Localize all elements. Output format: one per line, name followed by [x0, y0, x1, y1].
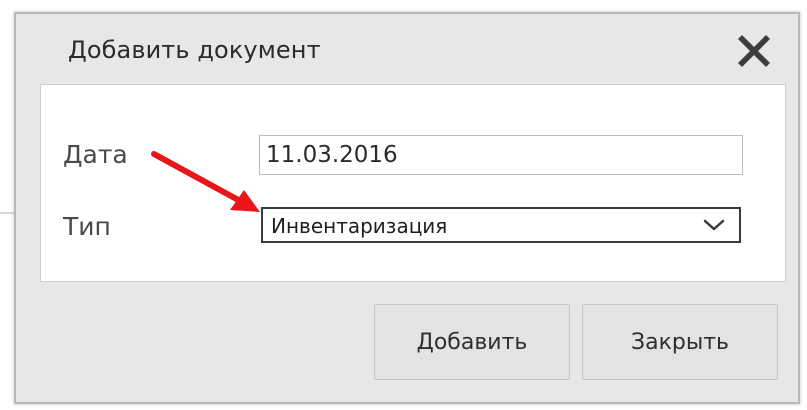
close-x-icon-glyph [738, 35, 770, 67]
add-document-dialog: Добавить документ Дата Тип Инвентаризаци… [14, 12, 800, 404]
type-label: Тип [63, 212, 111, 241]
date-input[interactable] [259, 135, 743, 175]
chevron-down-icon [703, 219, 725, 231]
type-select[interactable]: Инвентаризация [261, 207, 741, 243]
background-page [0, 0, 14, 410]
form-panel: Дата Тип Инвентаризация [40, 84, 786, 282]
type-select-value: Инвентаризация [271, 214, 448, 238]
dialog-title: Добавить документ [68, 36, 321, 64]
close-button[interactable]: Закрыть [582, 304, 778, 380]
add-button[interactable]: Добавить [374, 304, 570, 380]
date-label: Дата [63, 140, 128, 169]
close-x-icon[interactable] [734, 30, 774, 70]
background-divider [0, 212, 14, 214]
